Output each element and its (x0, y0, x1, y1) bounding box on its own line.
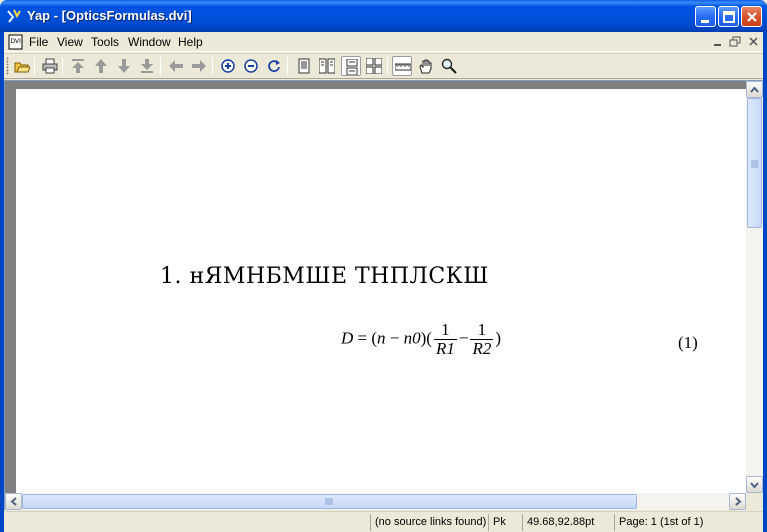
zoom-in-icon[interactable] (218, 56, 238, 76)
scroll-corner (746, 493, 763, 510)
single-page-icon[interactable] (294, 56, 314, 76)
print-icon[interactable] (40, 56, 60, 76)
mdi-minimize-button[interactable] (711, 36, 725, 48)
status-source-links: (no source links found) (370, 514, 488, 531)
formula-n0: n0 (403, 328, 421, 348)
equation-number: (1) (678, 333, 698, 352)
magnifier-icon[interactable] (439, 56, 459, 76)
title-bar[interactable]: Yap - [OpticsFormulas.dvi] (0, 0, 767, 32)
scroll-down-button[interactable] (746, 476, 763, 493)
vertical-scroll-thumb[interactable] (747, 98, 762, 228)
formula-n: n (377, 328, 386, 348)
mdi-restore-button[interactable] (729, 36, 743, 48)
minimize-button[interactable] (695, 6, 716, 27)
status-font-mode: Pk (488, 514, 522, 531)
fraction-1-over-r1: 1 R1 (433, 321, 457, 358)
toolbar-grip[interactable] (6, 57, 9, 75)
forward-icon[interactable] (189, 56, 209, 76)
fraction-1-over-r2: 1 R2 (470, 321, 494, 358)
continuous-single-icon[interactable] (341, 56, 361, 76)
status-bar: (no source links found) Pk 49.68,92.88pt… (4, 511, 763, 532)
optics-formula: D = (n − n0)(1 R1−1 R2) (341, 321, 501, 358)
fraction-denominator: R1 (435, 339, 455, 358)
hand-tool-icon[interactable] (416, 56, 436, 76)
horizontal-scrollbar[interactable] (5, 493, 746, 510)
horizontal-scroll-thumb[interactable] (22, 494, 637, 509)
first-page-icon[interactable] (68, 56, 88, 76)
last-page-icon[interactable] (137, 56, 157, 76)
formula-equals: = (357, 328, 368, 348)
section-number: 1. (160, 264, 182, 289)
menu-window[interactable]: Window (128, 35, 171, 49)
menu-view[interactable]: View (57, 35, 83, 49)
formula-minus: − (458, 328, 469, 348)
window-frame-right (763, 32, 767, 532)
menu-bar: DVI File View Tools Window Help (4, 32, 763, 52)
status-coordinates: 49.68,92.88pt (522, 514, 614, 531)
scroll-left-button[interactable] (5, 493, 22, 510)
status-page: Page: 1 (1st of 1) (614, 514, 759, 531)
close-button[interactable] (741, 6, 762, 27)
fraction-denominator: R2 (472, 339, 492, 358)
menu-tools[interactable]: Tools (91, 35, 119, 49)
window-title: Yap - [OpticsFormulas.dvi] (27, 8, 192, 23)
document-workspace[interactable]: 1. нЯМНБМШЕ ТНПЛСКШ D = (n − n0)(1 R1−1 R2… (4, 80, 763, 510)
yap-app-icon[interactable] (6, 8, 22, 24)
previous-page-icon[interactable] (91, 56, 111, 76)
scroll-up-button[interactable] (746, 81, 763, 98)
double-page-icon[interactable] (317, 56, 337, 76)
formula-minus: − (389, 328, 400, 348)
next-page-icon[interactable] (114, 56, 134, 76)
vertical-scrollbar[interactable] (746, 81, 763, 493)
mdi-close-button[interactable] (747, 36, 761, 48)
zoom-out-icon[interactable] (241, 56, 261, 76)
menu-help[interactable]: Help (178, 35, 203, 49)
ruler-icon[interactable] (392, 56, 412, 76)
section-heading: 1. нЯМНБМШЕ ТНПЛСКШ (160, 264, 489, 289)
svg-text:DVI: DVI (11, 38, 22, 45)
toolbar (4, 53, 763, 79)
back-icon[interactable] (166, 56, 186, 76)
fraction-numerator: 1 (470, 321, 494, 340)
formula-lhs: D (341, 328, 354, 348)
dvi-page[interactable]: 1. нЯМНБМШЕ ТНПЛСКШ D = (n − n0)(1 R1−1 R2… (16, 89, 746, 494)
open-icon[interactable] (12, 56, 32, 76)
maximize-button[interactable] (718, 6, 739, 27)
refresh-icon[interactable] (264, 56, 284, 76)
formula-close-paren: ) (495, 328, 502, 348)
dvi-document-icon[interactable]: DVI (8, 34, 24, 50)
fraction-numerator: 1 (433, 321, 457, 340)
menu-file[interactable]: File (29, 35, 48, 49)
formula-close-open-paren: )( (420, 328, 432, 348)
scroll-right-button[interactable] (729, 493, 746, 510)
section-title: нЯМНБМШЕ ТНПЛСКШ (189, 264, 489, 289)
continuous-double-icon[interactable] (364, 56, 384, 76)
